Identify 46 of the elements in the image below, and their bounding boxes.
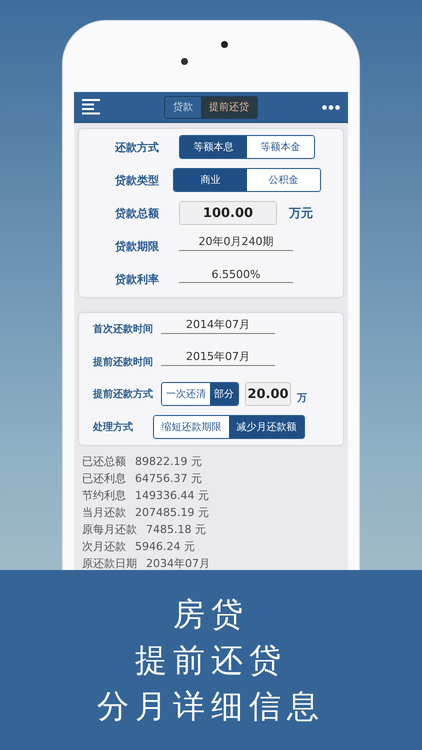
field-label: 贷款总额 <box>115 206 160 221</box>
result-label: 已还利息 <box>82 472 126 486</box>
banner-text: 分月详细信息 <box>97 686 325 726</box>
result-label: 节约利息 <box>82 489 126 503</box>
field-label: 贷款类型 <box>115 172 160 188</box>
field-label: 首次还款时间 <box>93 322 154 336</box>
banner-text: 房贷 <box>173 594 249 634</box>
field-label: 提前还款时间 <box>93 356 154 369</box>
field-label: 贷款利率 <box>115 272 160 287</box>
amount-field[interactable]: 100.00 <box>179 201 277 226</box>
more-icon[interactable] <box>322 104 340 110</box>
segment-option[interactable]: 等额本金 <box>247 136 314 158</box>
unit-label: 万元 <box>289 204 313 222</box>
result-label: 已还总额 <box>82 455 126 469</box>
menu-icon[interactable] <box>82 99 100 115</box>
unit-label: 万 <box>297 392 307 406</box>
segment-option[interactable]: 公积金 <box>247 169 320 192</box>
segment-option[interactable]: 减少月还款额 <box>229 416 304 438</box>
picker-field[interactable]: 6.5500% <box>179 268 293 283</box>
field-label: 还款方式 <box>115 140 160 154</box>
segment-option[interactable]: 等额本息 <box>180 136 247 158</box>
banner-text: 提前还贷 <box>135 640 287 680</box>
segment-option[interactable]: 部分 <box>210 383 238 406</box>
result-value: 2034年07月 <box>146 557 210 570</box>
result-label: 次月还款 <box>82 540 126 554</box>
result-value: 149336.44 元 <box>135 489 209 503</box>
camera-icon <box>221 41 228 48</box>
segment-option[interactable]: 一次还清 <box>162 383 210 406</box>
nav-tab[interactable]: 提前还贷 <box>201 96 257 118</box>
amount-field[interactable]: 20.00 <box>245 382 291 406</box>
result-value: 7485.18 元 <box>146 523 206 537</box>
result-label: 原每月还款 <box>82 523 137 537</box>
result-label: 当月还款 <box>82 506 126 520</box>
picker-field[interactable]: 2014年07月 <box>161 316 275 334</box>
result-value: 207485.19 元 <box>135 506 209 520</box>
result-label: 原还款日期 <box>82 557 137 570</box>
field-label: 贷款期限 <box>115 238 160 254</box>
field-label: 处理方式 <box>93 420 134 434</box>
result-value: 5946.24 元 <box>135 540 195 554</box>
segment-option[interactable]: 商业 <box>174 169 247 192</box>
result-value: 89822.19 元 <box>135 455 202 469</box>
picker-field[interactable]: 20年0月240期 <box>179 234 293 251</box>
field-label: 提前还款方式 <box>93 387 154 402</box>
picker-field[interactable]: 2015年07月 <box>161 349 275 366</box>
segment-option[interactable]: 缩短还款期限 <box>154 416 229 438</box>
result-value: 64756.37 元 <box>135 472 202 486</box>
